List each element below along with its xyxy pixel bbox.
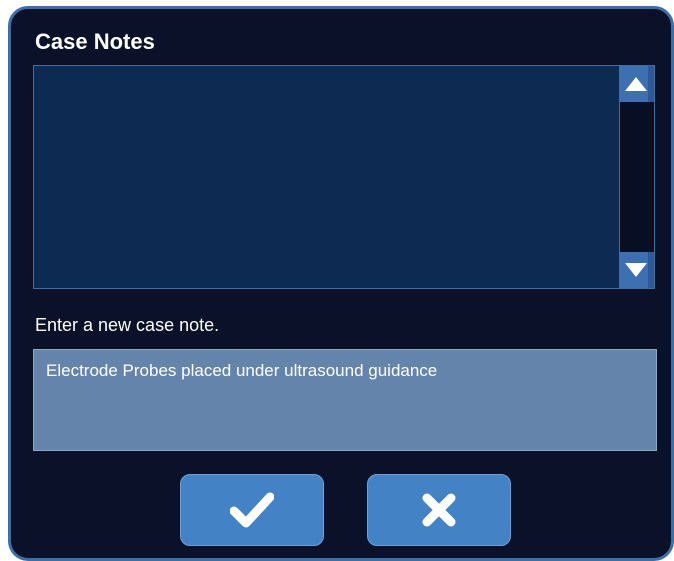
scroll-up-button[interactable] bbox=[620, 66, 654, 102]
new-note-prompt: Enter a new case note. bbox=[35, 315, 220, 335]
new-note-input[interactable]: Electrode Probes placed under ultrasound… bbox=[33, 349, 657, 451]
notes-scrollbar[interactable] bbox=[619, 66, 654, 288]
case-notes-list[interactable] bbox=[33, 65, 655, 289]
case-notes-dialog: Case Notes Enter a new case note. Electr… bbox=[8, 6, 674, 561]
checkmark-icon bbox=[230, 492, 274, 528]
x-icon bbox=[422, 493, 456, 527]
triangle-up-icon bbox=[625, 77, 647, 91]
cancel-button[interactable] bbox=[367, 474, 511, 546]
case-notes-content bbox=[34, 66, 619, 288]
scroll-down-button[interactable] bbox=[620, 252, 654, 288]
dialog-title: Case Notes bbox=[35, 29, 155, 54]
triangle-down-icon bbox=[625, 263, 647, 277]
confirm-button[interactable] bbox=[180, 474, 324, 546]
